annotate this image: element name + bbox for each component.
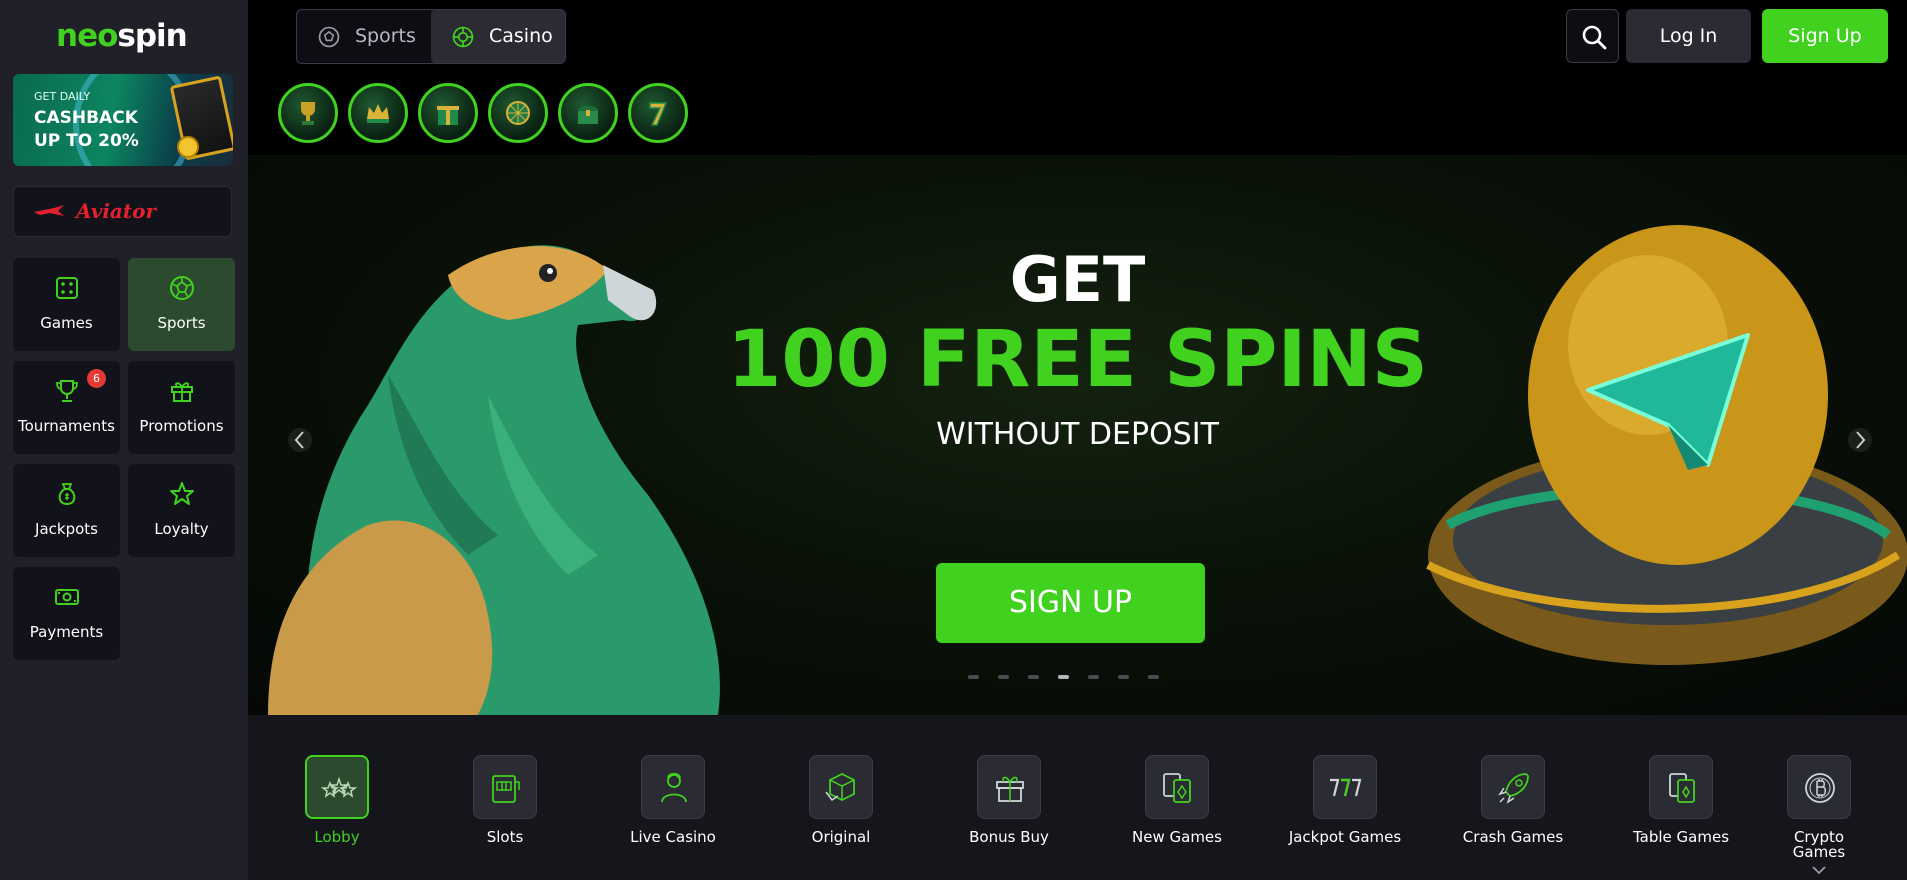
cash-icon <box>55 589 79 605</box>
crown-icon <box>367 104 389 123</box>
gift-icon <box>171 382 193 402</box>
aviator-button[interactable]: Aviator <box>13 186 232 237</box>
sidebar: neospin GET DAILY CASHBACK UP TO 20% Avi… <box>0 0 248 880</box>
sidebar-item-tournaments[interactable]: 6 Tournaments <box>13 361 120 454</box>
search-button[interactable] <box>1566 9 1619 63</box>
cashback-line1: GET DAILY <box>34 90 91 103</box>
sidebar-item-payments[interactable]: Payments <box>13 567 120 660</box>
story-crown[interactable] <box>348 83 408 143</box>
triple-seven-icon <box>1330 778 1362 797</box>
tab-sports[interactable]: Sports <box>297 10 431 63</box>
category-live-casino[interactable]: Live Casino <box>608 755 738 845</box>
star-icon <box>170 482 194 505</box>
aviator-label: Aviator <box>76 199 156 223</box>
search-icon <box>1582 25 1607 50</box>
stars-icon <box>321 776 357 798</box>
hero-headline: 100 FREE SPINS <box>727 315 1428 405</box>
plane-icon <box>34 205 64 216</box>
next-slide-arrow-icon[interactable] <box>1848 425 1872 455</box>
signup-button[interactable]: Sign Up <box>1762 9 1888 63</box>
category-jackpot-games[interactable]: Jackpot Games <box>1280 755 1410 845</box>
login-button[interactable]: Log In <box>1626 9 1751 63</box>
soccer-ball-icon <box>170 276 194 300</box>
bitcoin-icon <box>1805 773 1835 803</box>
category-original[interactable]: Original <box>776 755 906 845</box>
slide-dot[interactable] <box>1148 675 1159 679</box>
category-new-games[interactable]: New Games <box>1112 755 1242 845</box>
trophy-icon <box>301 102 315 125</box>
rocket-icon <box>1498 773 1529 804</box>
soccer-ball-icon <box>318 26 340 48</box>
category-lobby[interactable]: Lobby <box>272 755 402 845</box>
prev-slide-arrow-icon[interactable] <box>288 425 312 455</box>
cashback-banner[interactable]: GET DAILY CASHBACK UP TO 20% <box>13 74 233 166</box>
trophy-icon <box>56 380 78 402</box>
story-trophy[interactable] <box>278 83 338 143</box>
slide-dot[interactable] <box>1028 675 1039 679</box>
category-bonus-buy[interactable]: Bonus Buy <box>944 755 1074 845</box>
category-crypto-games[interactable]: Crypto Games <box>1769 755 1869 860</box>
slide-dot[interactable] <box>998 675 1009 679</box>
category-bar: Lobby Slots Live Casino Original Bonus B… <box>248 715 1907 880</box>
slide-dot-active[interactable] <box>1058 675 1069 679</box>
story-chest[interactable] <box>558 83 618 143</box>
sidebar-item-jackpots[interactable]: Jackpots <box>13 464 120 557</box>
playing-card-icon <box>1669 773 1695 803</box>
slot-machine-icon <box>492 775 520 803</box>
lucky-seven-icon <box>649 102 668 126</box>
category-crash-games[interactable]: Crash Games <box>1448 755 1578 845</box>
hero-subline: WITHOUT DEPOSIT <box>936 417 1219 452</box>
story-seven[interactable] <box>628 83 688 143</box>
sidebar-item-sports[interactable]: Sports <box>128 258 235 351</box>
category-table-games[interactable]: Table Games <box>1616 755 1746 845</box>
slide-dot[interactable] <box>1088 675 1099 679</box>
cards-icon <box>1163 773 1191 803</box>
hero-signup-button[interactable]: SIGN UP <box>936 563 1205 643</box>
sports-casino-switch: Sports Casino <box>296 9 566 64</box>
money-bag-icon <box>58 483 76 506</box>
category-slots[interactable]: Slots <box>440 755 570 845</box>
slide-dot[interactable] <box>1118 675 1129 679</box>
dealer-icon <box>661 772 687 803</box>
sidebar-item-loyalty[interactable]: Loyalty <box>128 464 235 557</box>
slide-dot[interactable] <box>968 675 979 679</box>
neospin-logo[interactable]: neospin <box>56 18 188 54</box>
sidebar-item-promotions[interactable]: Promotions <box>128 361 235 454</box>
cube-dice-icon <box>825 772 855 802</box>
coin-image <box>177 136 199 158</box>
treasure-chest-icon <box>578 105 598 124</box>
tab-casino[interactable]: Casino <box>431 10 565 63</box>
sidebar-item-games[interactable]: Games <box>13 258 120 351</box>
hero-line1: GET <box>1009 243 1146 316</box>
hero-banner: GET 100 FREE SPINS WITHOUT DEPOSIT SIGN … <box>248 155 1907 715</box>
cashback-headline: CASHBACK UP TO 20% <box>34 108 139 151</box>
gift-icon <box>996 776 1024 802</box>
chevron-down-icon[interactable] <box>1812 865 1826 875</box>
casino-chip-icon <box>452 26 474 48</box>
main-area: Sports Casino Log In Sign Up GET 100 FRE… <box>248 0 1907 880</box>
gift-icon <box>437 106 459 125</box>
tournaments-count-badge: 6 <box>87 369 106 388</box>
wheel-icon <box>506 101 530 125</box>
story-wheel[interactable] <box>488 83 548 143</box>
story-gift[interactable] <box>418 83 478 143</box>
dice-icon <box>56 277 78 299</box>
